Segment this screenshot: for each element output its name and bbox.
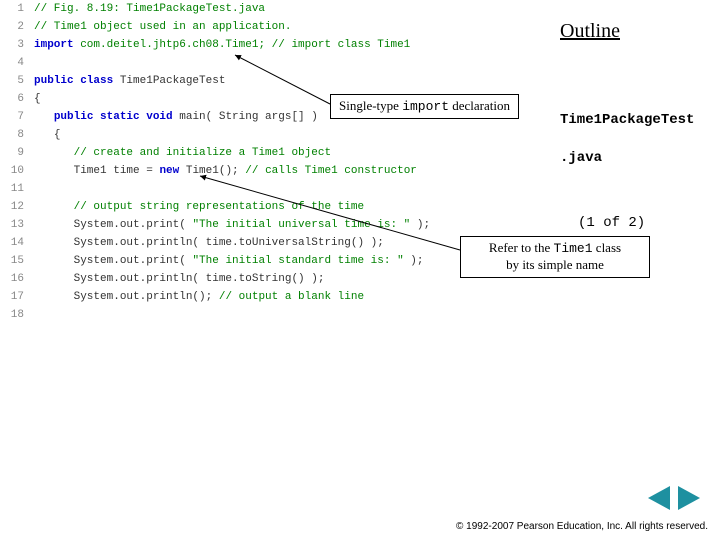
file-extension: .java [560,150,602,166]
prev-icon[interactable] [648,486,670,510]
page-counter: (1 of 2) [578,215,645,231]
callout-refer: Refer to the Time1 class by its simple n… [460,236,650,278]
copyright-footer: © 1992-2007 Pearson Education, Inc. All … [456,521,708,532]
file-name: Time1PackageTest [560,112,694,128]
next-icon[interactable] [678,486,700,510]
outline-heading: Outline [560,20,620,43]
callout-import: Single-type import declaration [330,94,519,119]
nav-controls [648,486,700,510]
